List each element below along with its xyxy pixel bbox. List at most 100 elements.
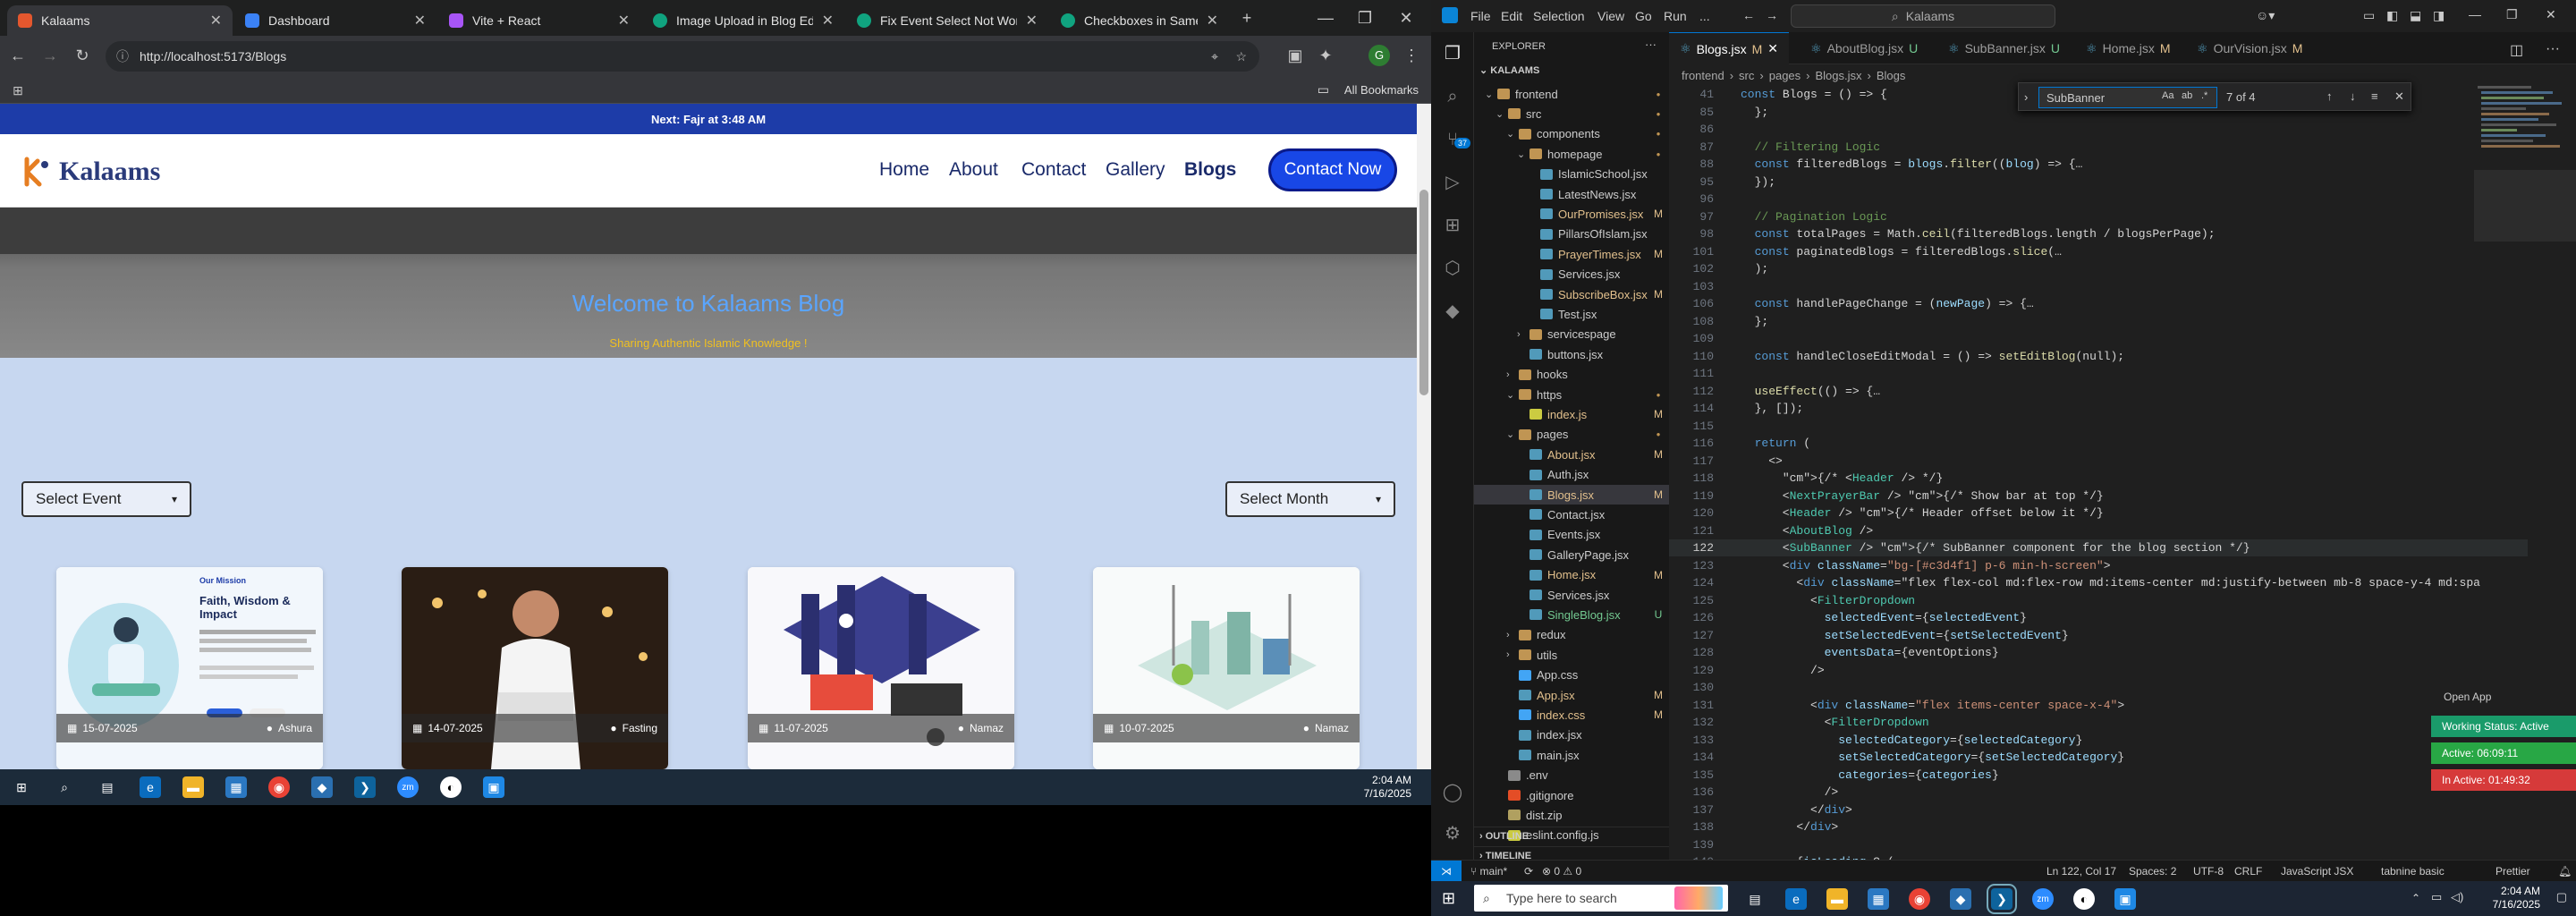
task-view-icon[interactable]: ▤ [1744,888,1766,910]
match-case-icon[interactable]: Aa [2162,90,2174,101]
tree-item[interactable]: App.jsx M [1474,685,1669,705]
tree-item[interactable]: › servicespage [1474,325,1669,344]
volume-icon[interactable]: ◁) [2451,890,2463,904]
tree-item[interactable]: ⌄ homepage ● [1474,144,1669,164]
tree-item[interactable]: › hooks [1474,365,1669,385]
tree-item[interactable]: ⌄ pages ● [1474,425,1669,445]
menu-edit[interactable]: Edit [1501,9,1522,23]
browser-tab-dashboard[interactable]: Dashboard ✕ [234,5,436,36]
tree-item[interactable]: App.css [1474,666,1669,685]
extension-icon[interactable]: ▣ [1284,45,1306,66]
minimize-icon[interactable]: — [2469,7,2481,21]
tree-item[interactable]: .gitignore [1474,785,1669,805]
editor-tab-ourvision[interactable]: ⚛ OurVision.jsx M [2186,32,2313,64]
vscode-icon[interactable]: ❯ [354,776,376,798]
tree-item[interactable]: dist.zip [1474,805,1669,825]
editor-tab-home[interactable]: ⚛ Home.jsx M [2075,32,2182,64]
blog-card[interactable]: ▦ 10-07-2025 ● Namaz [1093,567,1360,769]
close-icon[interactable]: ✕ [2546,7,2556,22]
browser-tab-vite[interactable]: Vite + React ✕ [438,5,640,36]
select-event-dropdown[interactable]: Select Event ▾ [21,481,191,517]
layout-toggle-icon[interactable]: ▭ [2363,8,2375,23]
sync-icon[interactable]: ⟳ [1524,865,1533,878]
tree-item[interactable]: PrayerTimes.jsx M [1474,244,1669,264]
indent-setting[interactable]: Spaces: 2 [2129,865,2176,878]
app-icon[interactable]: ◆ [311,776,333,798]
language-mode[interactable]: JavaScript JSX [2281,865,2353,878]
browser-tab-fix-event[interactable]: Fix Event Select Not Working ✕ [846,5,1048,36]
store-icon[interactable]: ▦ [225,776,247,798]
tree-item[interactable]: About.jsx M [1474,445,1669,464]
more-actions-icon[interactable]: ··· [1645,38,1657,51]
command-center-search[interactable]: ⌕ Kalaams [1791,4,2055,28]
copilot-icon[interactable]: ☺▾ [2256,8,2275,23]
all-bookmarks-button[interactable]: All Bookmarks [1344,83,1419,97]
tree-item[interactable]: index.js M [1474,404,1669,424]
settings-gear-icon[interactable]: ⚙ [1442,823,1463,844]
remote-icon[interactable]: ⋊ [1431,861,1462,881]
tree-item[interactable]: IslamicSchool.jsx [1474,165,1669,184]
remote-desktop-icon[interactable]: ▣ [2114,888,2136,910]
file-explorer-icon[interactable]: ▬ [1826,888,1848,910]
extensions-puzzle-icon[interactable]: ✦ [1315,45,1336,66]
search-icon[interactable]: ⌕ [1442,86,1463,107]
breadcrumb-item[interactable]: frontend [1682,69,1724,82]
ai-icon[interactable]: ◆ [1442,301,1463,322]
tree-item[interactable]: SingleBlog.jsx U [1474,605,1669,624]
tree-item[interactable]: Home.jsx M [1474,565,1669,585]
tree-item[interactable]: ⌄ https ● [1474,385,1669,404]
windows-start-icon[interactable]: ⊞ [11,776,32,798]
tree-item[interactable]: Test.jsx [1474,304,1669,324]
tabnine-status[interactable]: tabnine basic [2381,865,2445,878]
tree-item[interactable]: ⌄ src ● [1474,104,1669,123]
menu-view[interactable]: View [1597,9,1624,23]
run-debug-icon[interactable]: ▷ [1442,172,1463,193]
notifications-bell-icon[interactable]: 🔔︎ [2558,865,2572,878]
site-logo[interactable]: Kalaams [20,152,160,191]
vscode-icon[interactable]: ❯ [1987,884,2017,914]
blog-card[interactable]: ▦ 11-07-2025 ● Namaz [748,567,1014,769]
browser-tab-kalaams[interactable]: Kalaams ✕ [7,5,233,36]
site-info-icon[interactable]: ⓘ [116,47,129,65]
nav-home[interactable]: Home [879,159,929,181]
tree-item[interactable]: index.jsx [1474,725,1669,745]
close-window-icon[interactable]: ✕ [1395,7,1417,29]
profile-avatar[interactable]: G [1368,45,1390,66]
tree-item[interactable]: ⌄ frontend ● [1474,84,1669,104]
workspace-root[interactable]: ⌄ KALAAMS [1479,64,1539,76]
open-app-link[interactable]: Open App [2444,691,2491,703]
close-tab-icon[interactable]: ✕ [618,12,630,30]
chrome-icon[interactable]: ◉ [268,776,290,798]
tree-item[interactable]: Blogs.jsx M [1474,485,1669,505]
next-match-icon[interactable]: ↓ [2350,89,2356,103]
zoom-icon[interactable]: zm [397,776,419,798]
split-editor-icon[interactable]: ◫ [2510,41,2523,59]
account-icon[interactable]: ◯ [1442,782,1463,803]
zoom-icon[interactable]: zm [2032,888,2054,910]
menu-selection[interactable]: Selection [1533,9,1585,23]
breadcrumb-item[interactable]: src [1739,69,1754,82]
remote-explorer-icon[interactable]: ⬡ [1442,258,1463,279]
tree-item[interactable]: › utils [1474,645,1669,665]
close-tab-icon[interactable]: ✕ [210,12,222,30]
anydesk-icon[interactable]: ◐ [2073,888,2095,910]
toggle-replace-icon[interactable]: › [2024,90,2028,104]
encoding-setting[interactable]: UTF-8 [2193,865,2224,878]
restore-icon[interactable]: ❐ [2506,7,2518,22]
breadcrumb-item[interactable]: Blogs [1877,69,1906,82]
close-tab-icon[interactable]: ✕ [1207,12,1218,30]
problems-item[interactable]: ⊗ 0 ⚠ 0 [1542,865,1581,878]
nav-blogs[interactable]: Blogs [1184,159,1236,181]
sidebar-toggle-icon[interactable]: ◧ [2386,8,2398,23]
taskbar-clock[interactable]: 2:04 AM 7/16/2025 [2493,885,2540,912]
edge-icon[interactable]: e [1785,888,1807,910]
blog-card[interactable]: ▦ 14-07-2025 ● Fasting [402,567,668,769]
tree-item[interactable]: main.jsx [1474,745,1669,765]
prettier-status[interactable]: Prettier [2496,865,2530,878]
taskbar-search-box[interactable]: ⌕ Type here to search [1474,885,1728,912]
bookmark-star-icon[interactable]: ☆ [1235,49,1247,64]
close-icon[interactable]: ✕ [1767,41,1778,56]
browser-tab-checkboxes[interactable]: Checkboxes in Same Row ✕ [1050,5,1229,36]
minimize-icon[interactable]: — [1315,7,1336,29]
tray-chevron-icon[interactable]: ⌃ [2411,892,2420,904]
